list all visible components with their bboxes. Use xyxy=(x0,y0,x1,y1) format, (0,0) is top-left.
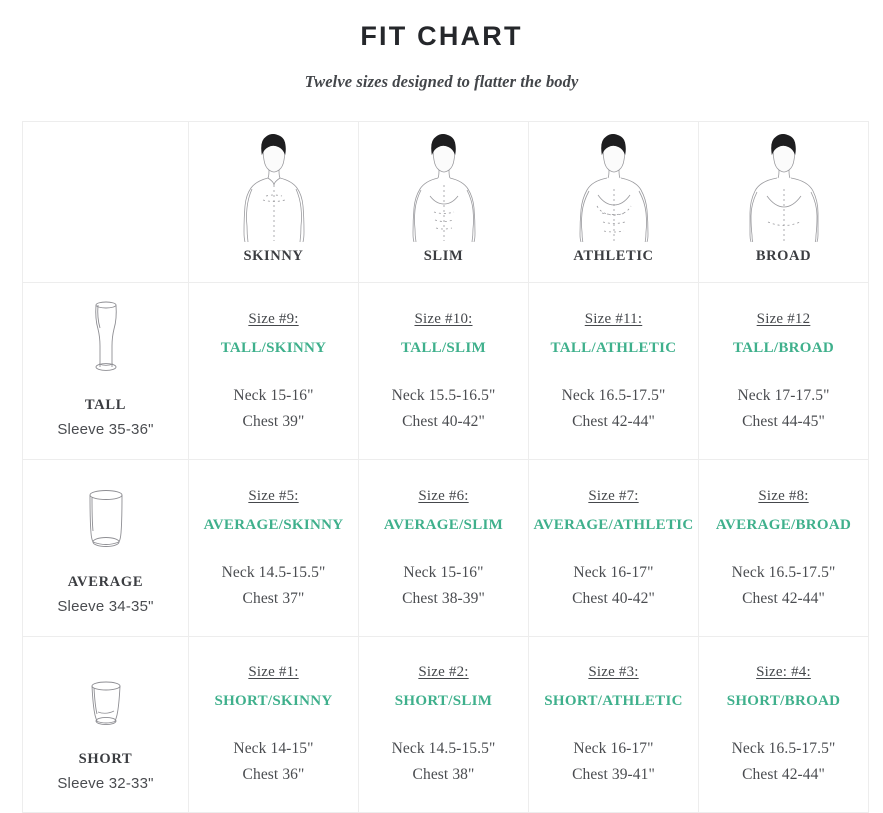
chest-measurement: Chest 39-41" xyxy=(572,766,655,784)
size-name: AVERAGE/BROAD xyxy=(715,516,852,533)
size-name: TALL/SKINNY xyxy=(220,339,327,356)
page-header: FIT CHART Twelve sizes designed to flatt… xyxy=(0,0,883,92)
sleeve-measurement: Sleeve 35-36" xyxy=(57,421,154,439)
page-title: FIT CHART xyxy=(360,21,523,51)
size-name: SHORT/SLIM xyxy=(394,693,493,710)
fit-chart-table-container: SKINNY SLIM ATHLETIC BROAD TALL Sleeve 3… xyxy=(22,120,869,813)
size-number: Size #3: xyxy=(588,664,639,681)
male-torso-broad-icon xyxy=(741,133,827,242)
corner-cell-empty xyxy=(22,120,189,283)
short-glass-icon xyxy=(83,676,129,735)
size-cell: Size #3: SHORT/ATHLETIC Neck 16-17" Ches… xyxy=(528,635,699,813)
neck-measurement: Neck 16-17" xyxy=(573,740,654,758)
chest-measurement: Chest 36" xyxy=(242,766,305,784)
size-number: Size #2: xyxy=(418,664,469,681)
height-label: AVERAGE xyxy=(67,574,144,591)
chest-measurement: Chest 42-44" xyxy=(742,589,825,607)
chest-measurement: Chest 38" xyxy=(412,766,475,784)
page-subtitle: Twelve sizes designed to flatter the bod… xyxy=(304,71,579,91)
body-type-header-athletic: ATHLETIC xyxy=(528,120,699,283)
male-torso-slim-icon xyxy=(401,133,487,242)
size-cell: Size #2: SHORT/SLIM Neck 14.5-15.5" Ches… xyxy=(358,635,529,813)
size-number: Size #7: xyxy=(588,487,639,504)
size-cell: Size #5: AVERAGE/SKINNY Neck 14.5-15.5" … xyxy=(188,458,359,637)
size-name: TALL/BROAD xyxy=(732,339,835,356)
neck-measurement: Neck 16.5-17.5" xyxy=(731,563,836,581)
size-number: Size #5: xyxy=(248,487,299,504)
size-name: AVERAGE/ATHLETIC xyxy=(533,516,694,533)
neck-measurement: Neck 16.5-17.5" xyxy=(731,740,836,758)
body-type-header-slim: SLIM xyxy=(358,120,529,283)
male-torso-athletic-icon xyxy=(571,133,657,242)
size-name: SHORT/BROAD xyxy=(726,693,841,710)
height-label: SHORT xyxy=(78,750,133,767)
size-cell: Size #8: AVERAGE/BROAD Neck 16.5-17.5" C… xyxy=(698,458,869,637)
size-name: SHORT/SKINNY xyxy=(214,693,333,710)
size-cell: Size #6: AVERAGE/SLIM Neck 15-16" Chest … xyxy=(358,458,529,637)
size-number: Size #6: xyxy=(418,487,469,504)
table-row: SHORT Sleeve 32-33" Size #1: SHORT/SKINN… xyxy=(22,635,869,813)
body-type-label: SLIM xyxy=(423,247,464,264)
height-cell-tall: TALL Sleeve 35-36" xyxy=(22,281,189,460)
size-number: Size #9: xyxy=(248,310,299,327)
body-type-header-broad: BROAD xyxy=(698,120,869,283)
size-name: TALL/SLIM xyxy=(401,339,486,356)
size-cell: Size #10: TALL/SLIM Neck 15.5-16.5" Ches… xyxy=(358,281,529,460)
sleeve-measurement: Sleeve 32-33" xyxy=(57,774,154,792)
body-type-label: ATHLETIC xyxy=(573,247,654,264)
chest-measurement: Chest 44-45" xyxy=(742,412,825,430)
size-number: Size #10: xyxy=(414,310,473,327)
size-cell: Size #1: SHORT/SKINNY Neck 14-15" Chest … xyxy=(188,635,359,813)
size-name: AVERAGE/SLIM xyxy=(383,516,504,533)
chest-measurement: Chest 40-42" xyxy=(402,412,485,430)
body-type-label: BROAD xyxy=(755,247,812,264)
sleeve-measurement: Sleeve 34-35" xyxy=(57,598,154,616)
neck-measurement: Neck 14-15" xyxy=(233,740,314,758)
chest-measurement: Chest 42-44" xyxy=(742,766,825,784)
chest-measurement: Chest 37" xyxy=(242,589,305,607)
body-type-header-skinny: SKINNY xyxy=(188,120,359,283)
chest-measurement: Chest 40-42" xyxy=(572,589,655,607)
height-label: TALL xyxy=(84,397,127,414)
size-name: SHORT/ATHLETIC xyxy=(544,693,683,710)
tall-glass-icon xyxy=(83,298,129,381)
size-number: Size: #4: xyxy=(756,664,811,681)
neck-measurement: Neck 15-16" xyxy=(233,386,314,404)
neck-measurement: Neck 16.5-17.5" xyxy=(561,386,666,404)
neck-measurement: Neck 15-16" xyxy=(403,563,484,581)
size-name: TALL/ATHLETIC xyxy=(550,339,677,356)
size-number: Size #12 xyxy=(756,310,811,327)
neck-measurement: Neck 15.5-16.5" xyxy=(391,386,496,404)
chest-measurement: Chest 39" xyxy=(242,412,305,430)
neck-measurement: Neck 14.5-15.5" xyxy=(221,563,326,581)
size-cell: Size #12 TALL/BROAD Neck 17-17.5" Chest … xyxy=(698,281,869,460)
table-row: TALL Sleeve 35-36" Size #9: TALL/SKINNY … xyxy=(22,281,869,460)
chest-measurement: Chest 42-44" xyxy=(572,412,655,430)
neck-measurement: Neck 16-17" xyxy=(573,563,654,581)
size-number: Size #1: xyxy=(248,664,299,681)
male-torso-skinny-icon xyxy=(231,133,317,242)
size-number: Size #8: xyxy=(758,487,809,504)
neck-measurement: Neck 14.5-15.5" xyxy=(391,740,496,758)
size-cell: Size #7: AVERAGE/ATHLETIC Neck 16-17" Ch… xyxy=(528,458,699,637)
table-row: AVERAGE Sleeve 34-35" Size #5: AVERAGE/S… xyxy=(22,458,869,637)
chest-measurement: Chest 38-39" xyxy=(402,589,485,607)
size-cell: Size #9: TALL/SKINNY Neck 15-16" Chest 3… xyxy=(188,281,359,460)
size-cell: Size: #4: SHORT/BROAD Neck 16.5-17.5" Ch… xyxy=(698,635,869,813)
average-glass-icon xyxy=(80,483,132,558)
height-cell-short: SHORT Sleeve 32-33" xyxy=(22,635,189,813)
size-name: AVERAGE/SKINNY xyxy=(203,516,344,533)
neck-measurement: Neck 17-17.5" xyxy=(737,386,830,404)
fit-chart-table: SKINNY SLIM ATHLETIC BROAD TALL Sleeve 3… xyxy=(22,120,869,813)
height-cell-average: AVERAGE Sleeve 34-35" xyxy=(22,458,189,637)
table-header-row: SKINNY SLIM ATHLETIC BROAD xyxy=(22,120,869,283)
body-type-label: SKINNY xyxy=(243,247,304,264)
size-number: Size #11: xyxy=(584,310,643,327)
size-cell: Size #11: TALL/ATHLETIC Neck 16.5-17.5" … xyxy=(528,281,699,460)
